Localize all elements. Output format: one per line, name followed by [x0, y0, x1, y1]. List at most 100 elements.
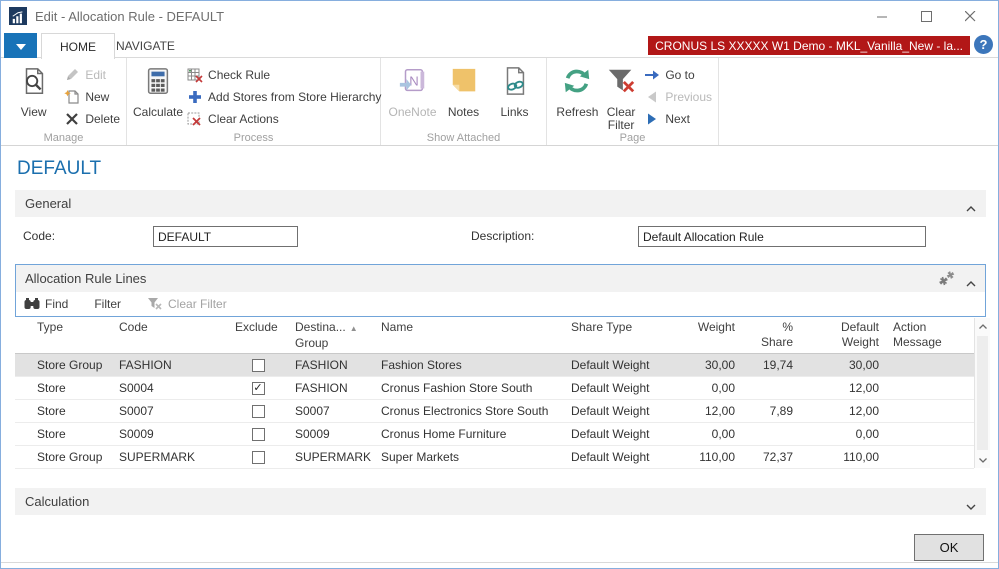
group-label-page: Page — [547, 132, 718, 144]
col-default-weight[interactable]: DefaultWeight — [799, 318, 885, 354]
onenote-button[interactable]: N OneNote — [387, 62, 438, 119]
grid-row-3[interactable]: Store S0007 S0007 Cronus Electronics Sto… — [15, 400, 974, 423]
expand-calculation-icon[interactable] — [966, 498, 976, 513]
code-input[interactable] — [153, 226, 298, 247]
clear-filter-toolbar-button[interactable]: Clear Filter — [147, 297, 227, 311]
application-menu-button[interactable] — [4, 33, 37, 58]
clear-filter-small-icon — [147, 297, 163, 311]
links-icon — [500, 66, 530, 101]
group-label-process: Process — [127, 132, 380, 144]
notes-button[interactable]: Notes — [438, 62, 489, 119]
col-share-type[interactable]: Share Type — [563, 318, 681, 354]
ribbon-tab-strip: HOME NAVIGATE CRONUS LS XXXXX W1 Demo - … — [1, 31, 998, 58]
scroll-up-icon[interactable] — [975, 318, 990, 334]
new-button[interactable]: New — [64, 86, 120, 108]
add-stores-button[interactable]: Add Stores from Store Hierarchy — [187, 86, 381, 108]
grid-row-2[interactable]: Store S0004 ✓ FASHION Cronus Fashion Sto… — [15, 377, 974, 400]
clear-actions-button[interactable]: Clear Actions — [187, 108, 381, 130]
col-percent-share[interactable]: % Share — [741, 318, 799, 354]
calculation-label: Calculation — [25, 494, 89, 509]
ok-button[interactable]: OK — [914, 534, 984, 561]
page-content: DEFAULT General Code: Description: Alloc… — [1, 146, 998, 568]
tab-home[interactable]: HOME — [41, 33, 115, 59]
grid-row-5[interactable]: Store Group SUPERMARK SUPERMARK Super Ma… — [15, 446, 974, 469]
description-input[interactable] — [638, 226, 926, 247]
grid-row-1[interactable]: Store Group FASHION FASHION Fashion Stor… — [15, 354, 974, 377]
close-button[interactable] — [948, 1, 992, 31]
sort-ascending-icon: ▲ — [350, 324, 358, 333]
notes-label: Notes — [448, 106, 479, 119]
links-button[interactable]: Links — [489, 62, 540, 119]
check-rule-button[interactable]: Check Rule — [187, 64, 381, 86]
grid-row-4[interactable]: Store S0009 S0009 Cronus Home Furniture … — [15, 423, 974, 446]
goto-button[interactable]: Go to — [644, 64, 712, 86]
scrollbar-thumb[interactable] — [977, 336, 988, 450]
help-icon[interactable]: ? — [974, 35, 993, 54]
fasttab-general[interactable]: General — [15, 190, 986, 217]
col-code[interactable]: Code — [111, 318, 227, 354]
minimize-button[interactable] — [860, 1, 904, 31]
refresh-icon — [562, 66, 592, 101]
lines-header[interactable]: Allocation Rule Lines — [16, 265, 985, 292]
exclude-checkbox[interactable]: ✓ — [252, 382, 265, 395]
add-plus-icon — [187, 89, 203, 105]
find-binoculars-icon — [24, 297, 40, 311]
delete-button[interactable]: Delete — [64, 108, 120, 130]
ribbon-group-page: Refresh Clear Filter Go to Previous Next — [547, 58, 719, 145]
scroll-down-icon[interactable] — [975, 452, 990, 468]
window-title: Edit - Allocation Rule - DEFAULT — [35, 9, 224, 24]
chevron-down-icon — [16, 37, 26, 55]
exclude-checkbox[interactable] — [252, 451, 265, 464]
fasttab-calculation[interactable]: Calculation — [15, 488, 986, 515]
exclude-checkbox[interactable] — [252, 405, 265, 418]
fasttab-allocation-rule-lines: Allocation Rule Lines Find Filter Clear … — [15, 264, 986, 317]
check-rule-icon — [187, 67, 203, 83]
goto-arrow-icon — [644, 67, 660, 83]
view-icon — [19, 66, 49, 101]
company-banner: CRONUS LS XXXXX W1 Demo - MKL_Vanilla_Ne… — [648, 36, 970, 55]
next-icon — [644, 111, 660, 127]
svg-text:N: N — [409, 74, 418, 89]
calculate-label: Calculate — [133, 106, 183, 119]
col-action-message[interactable]: ActionMessage — [885, 318, 974, 354]
col-type[interactable]: Type — [15, 318, 111, 354]
customize-gears-icon[interactable] — [938, 271, 955, 289]
filter-button[interactable]: Filter — [94, 297, 121, 311]
previous-button[interactable]: Previous — [644, 86, 712, 108]
exclude-checkbox[interactable] — [252, 428, 265, 441]
lines-toolbar: Find Filter Clear Filter — [16, 292, 985, 316]
col-name[interactable]: Name — [373, 318, 563, 354]
links-label: Links — [500, 106, 528, 119]
maximize-button[interactable] — [904, 1, 948, 31]
lines-label: Allocation Rule Lines — [25, 271, 146, 286]
clear-filter-icon — [606, 66, 636, 101]
refresh-button[interactable]: Refresh — [553, 62, 602, 119]
refresh-label: Refresh — [556, 106, 598, 119]
exclude-checkbox[interactable] — [252, 359, 265, 372]
collapse-lines-icon[interactable] — [966, 275, 976, 290]
find-button[interactable]: Find — [24, 297, 68, 311]
group-label-show-attached: Show Attached — [381, 132, 546, 144]
general-fields: Code: Description: — [1, 226, 998, 248]
calculate-button[interactable]: Calculate — [133, 62, 183, 119]
app-window: Edit - Allocation Rule - DEFAULT HOME NA… — [0, 0, 999, 569]
new-icon — [64, 89, 80, 105]
next-button[interactable]: Next — [644, 108, 712, 130]
allocation-lines-grid: Type Code Exclude Destina...▲Group Name … — [15, 318, 990, 468]
group-label-manage: Manage — [1, 132, 126, 144]
description-field-label: Description: — [471, 229, 534, 243]
ribbon: View Edit New Delete Manage — [1, 58, 998, 146]
general-label: General — [25, 196, 71, 211]
edit-button[interactable]: Edit — [64, 64, 120, 86]
collapse-general-icon[interactable] — [966, 200, 976, 215]
app-icon — [9, 7, 27, 25]
onenote-label: OneNote — [388, 106, 436, 119]
onenote-icon: N — [398, 66, 428, 101]
col-exclude[interactable]: Exclude — [227, 318, 287, 354]
view-button[interactable]: View — [7, 62, 60, 119]
title-bar: Edit - Allocation Rule - DEFAULT — [1, 1, 998, 31]
vertical-scrollbar[interactable] — [974, 318, 990, 468]
col-destination-group[interactable]: Destina...▲Group — [287, 318, 373, 354]
col-weight[interactable]: Weight — [681, 318, 741, 354]
clear-filter-button[interactable]: Clear Filter — [602, 62, 640, 132]
